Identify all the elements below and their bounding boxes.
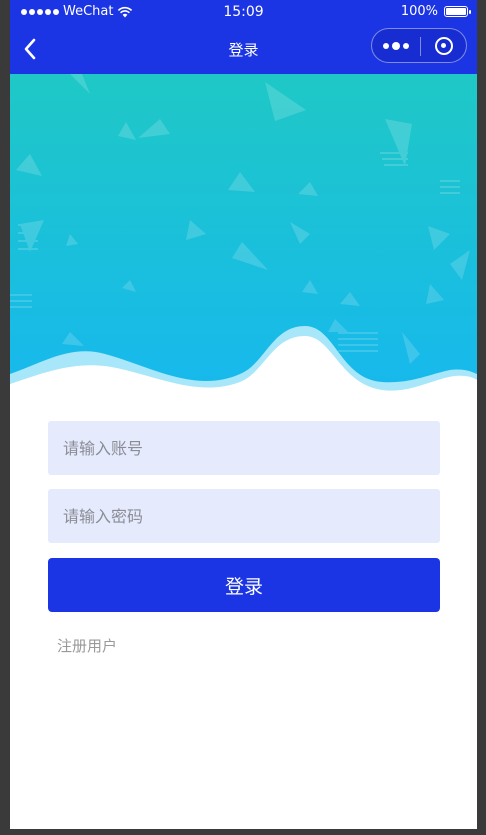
status-bar: WeChat 15:09 100% [10, 0, 477, 24]
close-mini-program-button[interactable] [421, 29, 467, 62]
status-right: 100% [400, 4, 471, 19]
battery-icon [444, 6, 471, 17]
password-input[interactable] [48, 489, 440, 543]
register-link[interactable]: 注册用户 [57, 635, 117, 656]
phone-frame: WeChat 15:09 100% 登录 请输入账号 登录 注册用户 [10, 0, 477, 829]
account-input[interactable] [48, 421, 440, 475]
mini-program-capsule [371, 28, 467, 63]
login-button[interactable]: 登录 [48, 558, 440, 612]
hero-banner [10, 74, 477, 404]
more-button[interactable] [372, 29, 420, 62]
nav-bar: 登录 [10, 24, 477, 74]
battery-percent: 100% [400, 4, 438, 19]
target-icon [435, 36, 453, 55]
